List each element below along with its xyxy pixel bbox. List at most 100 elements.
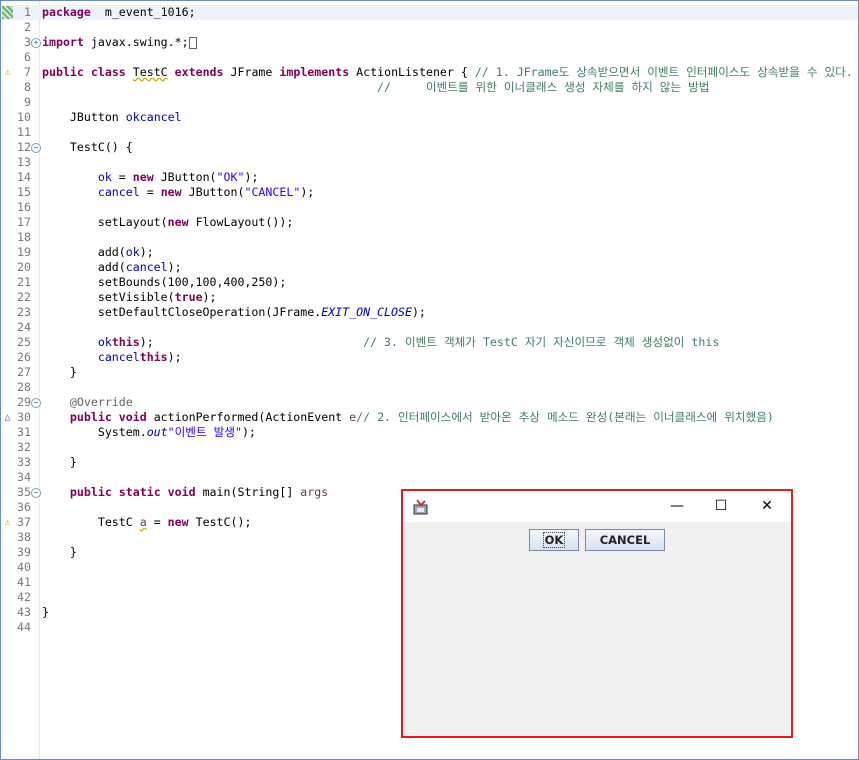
code-line[interactable]: 21 setBounds(100,100,400,250);: [1, 275, 858, 290]
code-line[interactable]: 33 }: [1, 455, 858, 470]
code-token: this: [111, 335, 140, 349]
code-line[interactable]: 2: [1, 20, 858, 35]
close-icon[interactable]: ✕: [744, 491, 790, 522]
line-number: 6: [24, 50, 31, 64]
warning-icon[interactable]: ⚠: [2, 516, 13, 529]
line-number: 24: [17, 320, 31, 334]
ok-button[interactable]: OK: [529, 529, 579, 551]
line-number: 14: [17, 170, 31, 184]
code-line[interactable]: 31 System.out"이벤트 발생");: [1, 425, 858, 440]
code-token: // 이벤트를 위한 이너클래스 생성 자체를 하지 않는 방법: [377, 80, 710, 94]
code-line[interactable]: 6: [1, 50, 858, 65]
code-line[interactable]: 13: [1, 155, 858, 170]
code-token: );: [411, 305, 426, 319]
code-text: package m_event_1016;: [42, 5, 196, 20]
code-token: TestC() {: [42, 140, 133, 154]
code-text: }: [42, 545, 77, 560]
code-token: );: [139, 245, 154, 259]
line-number: 33: [17, 455, 31, 469]
expand-fold-icon[interactable]: +: [31, 38, 41, 48]
code-text: add(cancel);: [42, 260, 182, 275]
line-number: 11: [17, 125, 31, 139]
code-token: cancel: [97, 350, 140, 364]
code-line[interactable]: 18: [1, 230, 858, 245]
code-line[interactable]: 3 + import javax.swing.*;: [1, 35, 858, 50]
code-line[interactable]: 19 add(ok);: [1, 245, 858, 260]
collapse-fold-icon[interactable]: −: [31, 143, 41, 153]
warning-icon[interactable]: ⚠: [2, 66, 13, 79]
code-token: TestC();: [188, 515, 252, 529]
line-number: 27: [17, 365, 31, 379]
code-line[interactable]: 30 △ public void actionPerformed(ActionEv…: [1, 410, 858, 425]
maximize-icon[interactable]: ☐: [698, 491, 744, 522]
code-token: // 3. 이벤트 객체가 TestC 자기 자신이므로 객체 생성없이 thi…: [363, 335, 720, 349]
code-token: true: [174, 290, 203, 304]
code-line[interactable]: 17 setLayout(new FlowLayout());: [1, 215, 858, 230]
line-number: 39: [17, 545, 31, 559]
code-line[interactable]: 28: [1, 380, 858, 395]
code-token: System.: [42, 425, 147, 439]
code-line[interactable]: 16: [1, 200, 858, 215]
code-line[interactable]: 25 okthis); // 3. 이벤트 객체가 TestC 자기 자신이므로…: [1, 335, 858, 350]
line-number: 19: [17, 245, 31, 259]
code-token: args: [300, 485, 329, 499]
line-number: 16: [17, 200, 31, 214]
ok-button-label: OK: [542, 532, 566, 548]
code-line[interactable]: 26 cancelthis);: [1, 350, 858, 365]
line-number: 21: [17, 275, 31, 289]
code-line[interactable]: 32: [1, 440, 858, 455]
code-token: setLayout(: [42, 215, 168, 229]
code-line[interactable]: 12− TestC() {: [1, 140, 858, 155]
line-number: 44: [17, 620, 31, 634]
code-line[interactable]: 20 add(cancel);: [1, 260, 858, 275]
window-titlebar[interactable]: — ☐ ✕: [403, 491, 791, 522]
code-line[interactable]: 15 cancel = new JButton("CANCEL");: [1, 185, 858, 200]
cancel-button[interactable]: CANCEL: [585, 529, 665, 551]
line-number: 29: [17, 395, 31, 409]
line-number: 3: [24, 35, 31, 49]
code-text: }: [42, 605, 49, 620]
code-line[interactable]: 10 JButton okcancel: [1, 110, 858, 125]
code-token: "CANCEL": [244, 185, 301, 199]
code-token: TestC: [132, 65, 168, 79]
code-line[interactable]: 8 // 이벤트를 위한 이너클래스 생성 자체를 하지 않는 방법: [1, 80, 858, 95]
code-line[interactable]: 24: [1, 320, 858, 335]
code-line[interactable]: 1 package m_event_1016;: [1, 5, 858, 20]
minimize-icon[interactable]: —: [654, 491, 700, 522]
code-line[interactable]: 27 }: [1, 365, 858, 380]
code-line[interactable]: 22 setVisible(true);: [1, 290, 858, 305]
code-token: ok: [125, 110, 140, 124]
code-line[interactable]: 11: [1, 125, 858, 140]
bookmark-icon[interactable]: [2, 6, 13, 19]
line-number: 15: [17, 185, 31, 199]
code-token: out: [146, 425, 168, 439]
code-text: public static void main(String[] args: [42, 485, 328, 500]
override-icon[interactable]: △: [2, 411, 13, 424]
swing-window[interactable]: — ☐ ✕ OK CANCEL: [401, 489, 793, 738]
code-line[interactable]: 29− @Override: [1, 395, 858, 410]
code-line[interactable]: 14 ok = new JButton("OK");: [1, 170, 858, 185]
line-number: 2: [24, 20, 31, 34]
code-text: setBounds(100,100,400,250);: [42, 275, 286, 290]
code-line[interactable]: 34: [1, 470, 858, 485]
code-token: }: [42, 365, 77, 379]
code-text: // 이벤트를 위한 이너클래스 생성 자체를 하지 않는 방법: [42, 80, 709, 95]
code-line[interactable]: 9: [1, 95, 858, 110]
code-line[interactable]: 23 setDefaultCloseOperation(JFrame.EXIT_…: [1, 305, 858, 320]
collapse-fold-icon[interactable]: −: [31, 398, 41, 408]
code-token: }: [42, 545, 77, 559]
collapse-fold-icon[interactable]: −: [31, 488, 41, 498]
line-number: 9: [24, 95, 31, 109]
code-token: new: [132, 170, 154, 184]
code-token: FlowLayout());: [188, 215, 294, 229]
line-number: 25: [17, 335, 31, 349]
code-token: static: [118, 485, 161, 499]
code-line[interactable]: 7 ⚠ public class TestC extends JFrame impl…: [1, 65, 858, 80]
